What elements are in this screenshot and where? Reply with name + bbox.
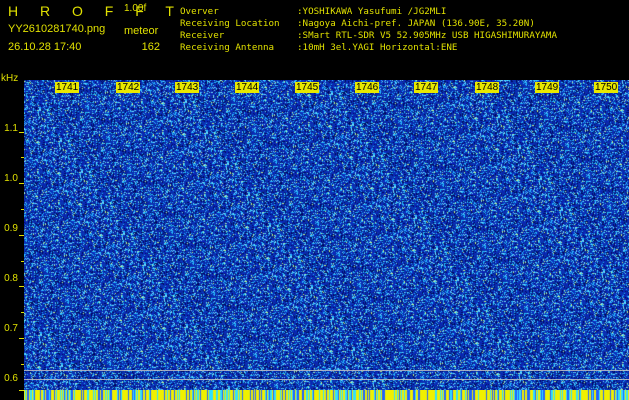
axis-tick-label: 0.8: [4, 273, 18, 284]
time-label: 1747: [414, 82, 439, 93]
axis-tick: [19, 338, 24, 339]
axis-tick-label: 1.0: [4, 173, 18, 184]
axis-tick-label: 1.1: [4, 123, 18, 134]
axis-tick-label: 0.6: [4, 373, 18, 384]
waterfall-spectrogram: 1741 1742 1743 1744 1745 1746 1747 1748 …: [24, 80, 629, 400]
guide-line: [24, 379, 629, 380]
axis-minor-tick: [21, 157, 24, 158]
axis-tick-label: 0.9: [4, 223, 18, 234]
timestamp: 26.10.28 17:40: [8, 41, 82, 53]
time-label: 1746: [355, 82, 380, 93]
guide-line: [24, 370, 629, 371]
axis-tick: [19, 183, 24, 184]
axis-tick: [19, 235, 24, 236]
antenna-label: Receiving Antenna: [180, 42, 275, 53]
app-version: 1.00f: [124, 3, 147, 14]
observer-value: :YOSHIKAWA Yasufumi /JG2MLI: [297, 6, 447, 17]
signal-strip: [24, 390, 629, 400]
axis-minor-tick: [21, 312, 24, 313]
time-label: 1741: [55, 82, 80, 93]
axis-tick-label: 0.7: [4, 323, 18, 334]
meteor-count: 162: [141, 41, 160, 53]
file-name: YY2610281740.png: [8, 23, 106, 35]
axis-unit-label: kHz: [1, 73, 19, 84]
time-label: 1750: [594, 82, 619, 93]
axis-minor-tick: [21, 261, 24, 262]
receiver-value: :SMart RTL-SDR V5 52.905MHz USB HIGASHIM…: [297, 30, 557, 41]
axis-tick: [19, 286, 24, 287]
hrofft-window: H R O F F T 1.00f YY2610281740.png meteo…: [0, 0, 629, 400]
spectrogram-noise: [24, 80, 629, 400]
observer-label: Overver: [180, 6, 219, 17]
receiver-label: Receiver: [180, 30, 225, 41]
axis-minor-tick: [21, 209, 24, 210]
time-label: 1749: [535, 82, 560, 93]
axis-minor-tick: [21, 364, 24, 365]
location-value: :Nagoya Aichi-pref. JAPAN (136.90E, 35.2…: [297, 18, 535, 29]
time-label: 1748: [475, 82, 500, 93]
time-label: 1745: [295, 82, 320, 93]
axis-tick: [19, 390, 24, 391]
antenna-value: :10mH 3el.YAGI Horizontal:ENE: [297, 42, 458, 53]
time-label: 1744: [235, 82, 260, 93]
location-label: Receiving Location: [180, 18, 280, 29]
time-label: 1742: [116, 82, 141, 93]
time-label: 1743: [175, 82, 200, 93]
app-logo: H R O F F T: [8, 3, 183, 19]
axis-tick: [19, 132, 24, 133]
mode-label: meteor: [124, 25, 159, 37]
